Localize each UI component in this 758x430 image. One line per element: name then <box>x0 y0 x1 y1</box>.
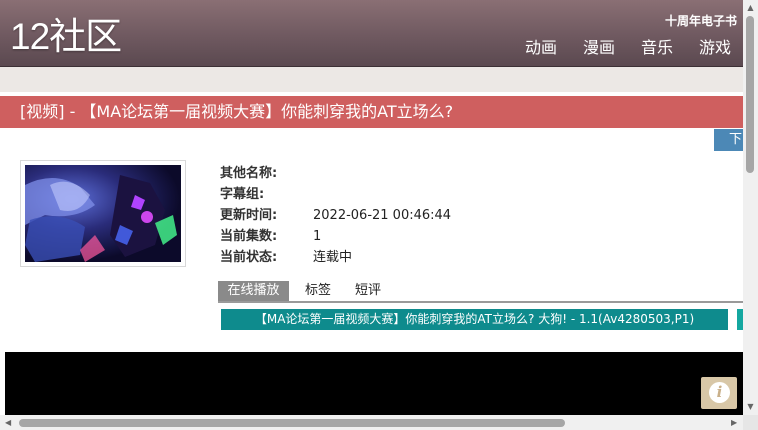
vertical-scrollbar[interactable]: ▲ ▼ <box>743 0 758 415</box>
nav-item-games[interactable]: 游戏 <box>699 37 731 59</box>
poster-frame <box>20 160 186 267</box>
info-label: 其他名称: <box>220 166 278 181</box>
vertical-scroll-thumb[interactable] <box>746 16 754 173</box>
page-title-bar: [视频] - 【MA论坛第一届视频大赛】你能刺穿我的AT立场么? <box>0 96 743 128</box>
scroll-left-arrow-icon[interactable]: ◀ <box>5 418 11 428</box>
info-row-episodes: 当前集数: 1 <box>220 226 451 247</box>
nav-item-manga[interactable]: 漫画 <box>583 37 615 59</box>
logo-text: 12社区 <box>10 16 122 57</box>
info-table: 其他名称: 字幕组: 更新时间: 2022-06-21 00:46:44 当前集数… <box>220 163 451 268</box>
episode-button[interactable]: 【MA论坛第一届视频大赛】你能刺穿我的AT立场么? 大狗! - 1.1(Av42… <box>221 309 728 330</box>
main-nav: 动画 漫画 音乐 游戏 <box>499 37 731 59</box>
horizontal-scroll-thumb[interactable] <box>19 419 565 427</box>
tab-reviews[interactable]: 短评 <box>355 281 381 301</box>
info-row-subgroup: 字幕组: <box>220 184 451 205</box>
ebook-link[interactable]: 十周年电子书 <box>665 12 737 29</box>
info-label: 当前集数: <box>220 229 278 244</box>
download-tab[interactable]: 下载 <box>714 129 743 151</box>
scroll-up-arrow-icon[interactable]: ▲ <box>746 3 755 13</box>
info-value: 连载中 <box>313 250 353 265</box>
info-label: 当前状态: <box>220 250 278 265</box>
nav-item-music[interactable]: 音乐 <box>641 37 673 59</box>
info-value: 2022-06-21 00:46:44 <box>313 208 452 223</box>
header-band <box>0 67 743 92</box>
info-label: 更新时间: <box>220 208 278 223</box>
info-value: 1 <box>313 229 322 244</box>
tab-online-play[interactable]: 在线播放 <box>218 281 289 301</box>
page-title: [视频] - 【MA论坛第一届视频大赛】你能刺穿我的AT立场么? <box>20 102 454 121</box>
info-row-updated: 更新时间: 2022-06-21 00:46:44 <box>220 205 451 226</box>
info-label: 字幕组: <box>220 187 265 202</box>
poster-image[interactable] <box>25 165 181 262</box>
content-tabs: 在线播放 标签 短评 <box>218 281 743 303</box>
horizontal-scrollbar[interactable]: ◀ ▶ <box>0 415 743 430</box>
tab-tags[interactable]: 标签 <box>305 281 331 301</box>
scrollbar-corner <box>743 415 758 430</box>
nav-item-anime[interactable]: 动画 <box>525 37 557 59</box>
info-row-status: 当前状态: 连载中 <box>220 247 451 268</box>
scroll-right-arrow-icon[interactable]: ▶ <box>731 418 737 428</box>
info-row-alt-name: 其他名称: <box>220 163 451 184</box>
info-icon: i <box>709 382 730 403</box>
video-player[interactable] <box>5 352 743 415</box>
site-header: 12社区 十周年电子书 动画 漫画 音乐 游戏 <box>0 0 743 67</box>
site-logo[interactable]: 12社区 <box>10 14 122 60</box>
player-info-button[interactable]: i <box>701 377 737 409</box>
scroll-down-arrow-icon[interactable]: ▼ <box>746 402 755 412</box>
